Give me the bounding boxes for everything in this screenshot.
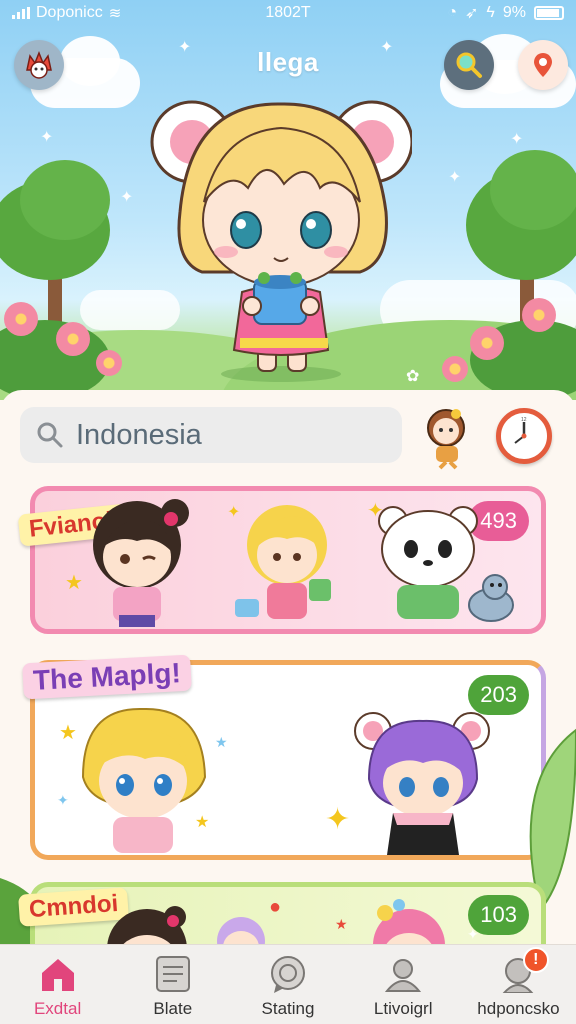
star-icon: ★ xyxy=(195,814,210,831)
mascot-character xyxy=(150,100,412,382)
card-label: The Maplg! xyxy=(22,654,192,700)
nav-label: Blate xyxy=(153,999,193,1018)
sparkle-icon: ✦ xyxy=(120,189,134,206)
flower xyxy=(522,298,556,332)
hero-banner: ✦ ✦ ✦ ✦ ✦ ✦ Doponicc ≋ 1802T ◔ ➶ ϟ 9% ll… xyxy=(0,0,576,400)
battery-icon xyxy=(534,6,564,20)
star-icon: ✦ xyxy=(227,504,241,521)
alarm-icon: ◔ xyxy=(447,4,457,21)
charging-icon: ϟ xyxy=(486,4,495,21)
star-icon: ✦ xyxy=(57,792,69,808)
flower xyxy=(96,350,122,376)
user-icon xyxy=(385,959,422,992)
character-girl-dark-hair xyxy=(93,499,189,627)
flower xyxy=(56,322,90,356)
character-girl-pink xyxy=(373,899,445,950)
map-pin-icon xyxy=(534,53,552,77)
tree xyxy=(490,150,576,230)
nav-item-stating[interactable]: Stating xyxy=(230,945,345,1024)
sparkle-icon: ✦ xyxy=(40,129,54,146)
nav-label: hdponcsko xyxy=(477,999,560,1018)
flower xyxy=(4,302,38,336)
battery-percent: 9% xyxy=(502,4,526,21)
signal-icon xyxy=(12,7,30,19)
search-icon xyxy=(37,422,63,448)
wifi-icon: ≋ xyxy=(108,5,122,22)
location-icon: ➶ xyxy=(465,5,479,22)
chat-bubble-icon xyxy=(271,956,305,993)
content-panel: Indonesia 12 Fvianoil 493 ★ ✦ ✦ The Mapl… xyxy=(0,390,576,950)
sparkle-icon: ✦ xyxy=(510,131,524,148)
tree xyxy=(20,160,110,240)
flower xyxy=(470,326,504,360)
nav-item-ltivoigrl[interactable]: Ltivoigrl xyxy=(346,945,461,1024)
notification-badge: ! xyxy=(522,947,549,973)
map-pin-button[interactable] xyxy=(518,40,568,90)
search-row: Indonesia 12 xyxy=(20,406,560,470)
battery-level xyxy=(537,9,559,17)
search-icon xyxy=(456,52,482,78)
chat-bubble-icon: ● xyxy=(269,896,282,918)
clock-button[interactable]: 12 xyxy=(496,408,552,464)
nav-label: Stating xyxy=(261,999,315,1018)
search-value: Indonesia xyxy=(76,418,202,451)
nav-item-hdponcsko[interactable]: ! hdponcsko xyxy=(461,945,576,1024)
star-icon: ★ xyxy=(65,572,83,594)
flower xyxy=(442,356,468,382)
star-icon: ✦ xyxy=(367,500,384,522)
character-boy-blonde xyxy=(81,707,207,853)
bottom-nav: Exdtal Blate Stating Ltivoigrl ! hdponcs… xyxy=(0,944,576,1024)
svg-text:12: 12 xyxy=(521,417,527,423)
star-icon: ✦ xyxy=(467,926,479,942)
star-icon: ★ xyxy=(59,722,77,744)
character-girl-purple xyxy=(354,712,490,855)
home-icon xyxy=(41,959,74,991)
character-girl-dark-hair xyxy=(107,906,187,950)
document-icon xyxy=(155,956,190,992)
mini-character-button[interactable] xyxy=(416,406,476,470)
category-card[interactable]: Cmndoi 103 ● ★ ✦ xyxy=(18,882,546,950)
nav-item-exdtal[interactable]: Exdtal xyxy=(0,945,115,1024)
nav-item-blate[interactable]: Blate xyxy=(115,945,230,1024)
star-icon: ✦ xyxy=(325,803,351,836)
nav-label: Exdtal xyxy=(33,999,82,1018)
category-card[interactable]: Fvianoil 493 ★ ✦ ✦ xyxy=(17,486,546,634)
nav-label: Ltivoigrl xyxy=(373,999,433,1018)
carrier-name: Doponicc xyxy=(36,4,103,21)
search-input[interactable]: Indonesia xyxy=(20,407,402,463)
sparkle-icon: ✦ xyxy=(448,169,462,186)
search-button[interactable] xyxy=(444,40,494,90)
category-card[interactable]: The Maplg! 203 ★ ★ ★ ✦ ✦ xyxy=(22,654,546,860)
status-bar: Doponicc ≋ 1802T ◔ ➶ ϟ 9% xyxy=(0,0,576,26)
star-icon: ★ xyxy=(215,734,228,750)
hero-flower-icon: ✿ xyxy=(406,368,420,385)
character-girl-blonde xyxy=(235,505,331,619)
star-icon: ★ xyxy=(335,916,348,932)
character-seal xyxy=(468,574,514,622)
